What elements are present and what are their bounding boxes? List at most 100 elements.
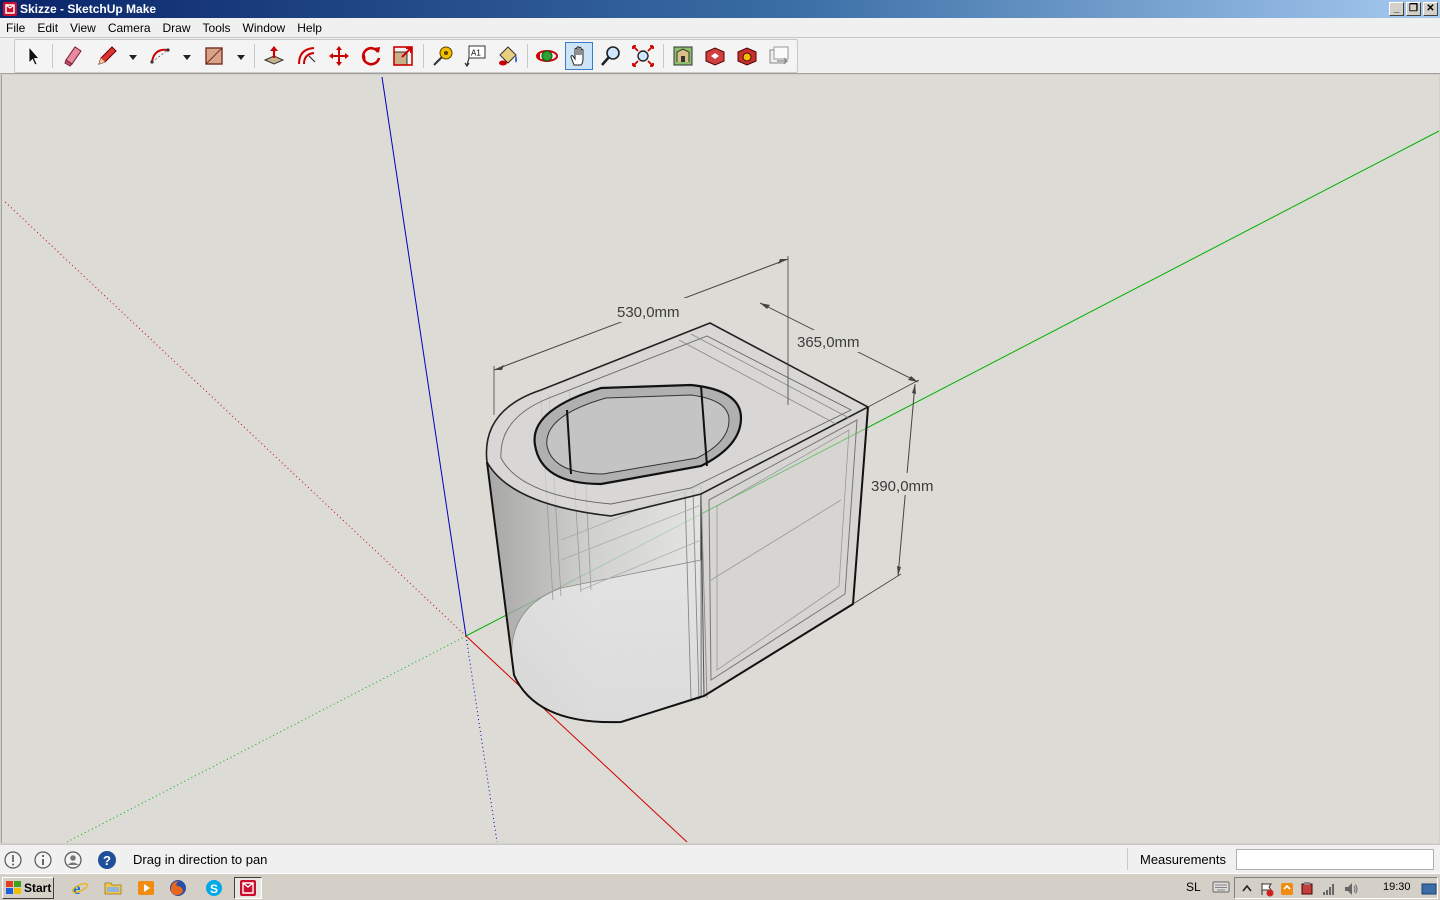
update-icon[interactable] <box>1279 881 1295 897</box>
volume-icon[interactable] <box>1343 881 1359 897</box>
help-icon[interactable]: ? <box>97 850 117 870</box>
keyboard-icon[interactable] <box>1212 880 1230 894</box>
pan-tool[interactable] <box>565 42 593 70</box>
sketchup-app-icon <box>3 2 17 16</box>
arc-tool[interactable] <box>146 42 174 70</box>
arrow-cursor-icon <box>28 45 40 66</box>
orbit-tool[interactable] <box>533 42 561 70</box>
show-hidden-icons-icon[interactable] <box>1239 881 1255 897</box>
toolbar-separator <box>663 44 664 68</box>
device-icon[interactable] <box>1299 881 1315 897</box>
svg-text:S: S <box>210 882 218 896</box>
network-signal-icon[interactable] <box>1321 881 1337 897</box>
select-tool[interactable] <box>19 42 47 70</box>
windows-logo-icon <box>6 881 21 894</box>
svg-text:A1: A1 <box>471 49 481 58</box>
send-to-layout-button[interactable] <box>765 42 793 70</box>
model-canvas[interactable]: 530,0mm 365,0mm 390,0mm <box>2 75 1439 843</box>
status-message: Drag in direction to pan <box>133 852 268 867</box>
info-icon[interactable] <box>33 850 53 870</box>
toolbar: A1 <box>0 38 1440 74</box>
pencil-icon <box>98 46 117 65</box>
scale-tool[interactable] <box>389 42 417 70</box>
menu-draw[interactable]: Draw <box>157 21 197 35</box>
taskbar-app-sketchup[interactable] <box>234 877 262 899</box>
extension-warehouse-icon <box>737 47 757 66</box>
taskbar-app-skype[interactable]: S <box>200 877 228 899</box>
taskbar-app-ie[interactable]: e <box>66 877 94 899</box>
arc-dropdown-icon[interactable] <box>182 52 192 62</box>
paint-bucket-tool[interactable] <box>493 42 521 70</box>
warehouse-icon <box>673 46 693 66</box>
menu-help[interactable]: Help <box>291 21 328 35</box>
start-button[interactable]: Start <box>2 877 54 899</box>
menu-tools[interactable]: Tools <box>197 21 237 35</box>
measurements-label: Measurements <box>1140 852 1226 867</box>
zoom-tool[interactable] <box>597 42 625 70</box>
dimension-width: 530,0mm <box>617 304 680 321</box>
line-dropdown-icon[interactable] <box>128 52 138 62</box>
start-label: Start <box>24 881 52 895</box>
taskbar-app-media[interactable] <box>132 877 160 899</box>
rotate-tool[interactable] <box>357 42 385 70</box>
tape-measure-tool[interactable] <box>429 42 457 70</box>
svg-text:?: ? <box>103 853 111 868</box>
push-pull-icon <box>263 46 285 65</box>
zoom-extents-tool[interactable] <box>629 42 657 70</box>
dimension-depth: 365,0mm <box>797 334 860 351</box>
share-model-button[interactable] <box>701 42 729 70</box>
warehouse-button[interactable] <box>669 42 697 70</box>
menu-window[interactable]: Window <box>237 21 292 35</box>
system-tray: 19:30 <box>1234 877 1438 899</box>
extension-warehouse-button[interactable] <box>733 42 761 70</box>
toolbar-separator <box>527 44 528 68</box>
geo-location-icon[interactable] <box>3 850 23 870</box>
measurements-input[interactable] <box>1236 849 1434 870</box>
internet-explorer-icon: e <box>72 879 88 897</box>
show-desktop-icon[interactable] <box>1421 881 1437 897</box>
eraser-tool[interactable] <box>59 42 87 70</box>
close-button[interactable]: ✕ <box>1423 2 1438 16</box>
red-axis-dotted <box>2 199 467 637</box>
text-tool[interactable]: A1 <box>461 42 489 70</box>
skype-icon: S <box>206 880 222 896</box>
minimize-icon: _ <box>1393 3 1400 14</box>
title-bar: Skizze - SketchUp Make _ ❐ ✕ <box>0 0 1440 18</box>
status-bar: ? Drag in direction to pan Measurements <box>0 844 1440 873</box>
line-tool[interactable] <box>93 42 121 70</box>
folder-icon <box>104 882 122 895</box>
blue-axis-dotted <box>465 635 498 843</box>
orbit-icon <box>536 50 558 62</box>
menu-edit[interactable]: Edit <box>31 21 64 35</box>
menu-file[interactable]: File <box>0 21 31 35</box>
rectangle-dropdown-icon[interactable] <box>236 52 246 62</box>
hand-icon <box>570 46 584 66</box>
offset-tool[interactable] <box>293 42 321 70</box>
menu-view[interactable]: View <box>64 21 102 35</box>
tape-measure-icon <box>433 46 453 66</box>
window-title: Skizze - SketchUp Make <box>20 2 157 16</box>
rotate-icon <box>361 46 381 66</box>
taskbar-app-explorer[interactable] <box>99 877 127 899</box>
menu-camera[interactable]: Camera <box>102 21 157 35</box>
action-center-icon[interactable] <box>1259 881 1275 897</box>
offset-icon <box>298 47 316 65</box>
minimize-button[interactable]: _ <box>1389 2 1404 16</box>
green-axis-dotted <box>66 635 467 843</box>
model-viewport[interactable]: 530,0mm 365,0mm 390,0mm <box>1 75 1439 843</box>
box-model[interactable] <box>485 322 870 724</box>
dimension-height: 390,0mm <box>871 478 934 495</box>
close-icon: ✕ <box>1426 3 1435 14</box>
eraser-icon <box>64 46 82 67</box>
clock[interactable]: 19:30 <box>1383 881 1411 893</box>
maximize-button[interactable]: ❐ <box>1406 2 1421 16</box>
media-player-icon <box>138 881 154 895</box>
user-icon[interactable] <box>63 850 83 870</box>
arc-icon <box>150 48 170 64</box>
scale-icon <box>393 46 413 66</box>
taskbar-app-firefox[interactable] <box>164 877 192 899</box>
language-indicator[interactable]: SL <box>1186 880 1201 894</box>
move-tool[interactable] <box>325 42 353 70</box>
push-pull-tool[interactable] <box>260 42 288 70</box>
rectangle-tool[interactable] <box>200 42 228 70</box>
